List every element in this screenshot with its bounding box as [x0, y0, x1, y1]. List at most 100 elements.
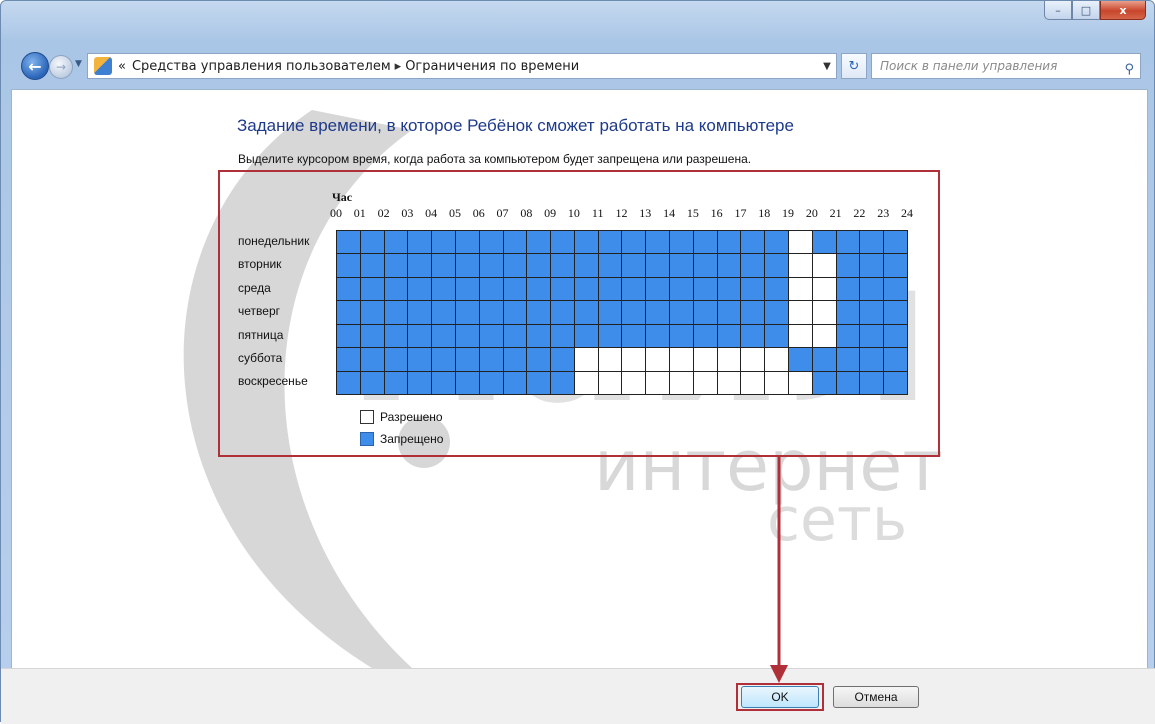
refresh-icon[interactable]: ↻: [841, 53, 867, 79]
schedule-cell[interactable]: [574, 301, 599, 325]
schedule-cell[interactable]: [384, 348, 409, 372]
schedule-cell[interactable]: [598, 301, 623, 325]
schedule-cell[interactable]: [551, 301, 575, 325]
breadcrumb-separator-icon[interactable]: ▸: [395, 59, 402, 74]
schedule-cell[interactable]: [432, 348, 456, 372]
schedule-cell[interactable]: [360, 254, 385, 278]
schedule-cell[interactable]: [884, 231, 908, 255]
schedule-cell[interactable]: [741, 301, 766, 325]
breadcrumb-user-controls[interactable]: Средства управления пользователем: [132, 59, 391, 74]
schedule-cell[interactable]: [337, 324, 361, 349]
schedule-cell[interactable]: [717, 231, 742, 255]
schedule-cell[interactable]: [432, 371, 456, 395]
schedule-cell[interactable]: [717, 348, 742, 372]
schedule-cell[interactable]: [360, 371, 385, 395]
back-arrow-icon[interactable]: ←: [21, 52, 49, 80]
schedule-cell[interactable]: [741, 348, 766, 372]
schedule-cell[interactable]: [884, 348, 908, 372]
schedule-cell[interactable]: [836, 371, 861, 395]
schedule-cell[interactable]: [670, 231, 694, 255]
forward-arrow-icon[interactable]: →: [49, 55, 73, 79]
schedule-cell[interactable]: [765, 324, 790, 349]
schedule-cell[interactable]: [384, 301, 409, 325]
schedule-cell[interactable]: [789, 371, 813, 395]
schedule-cell[interactable]: [789, 348, 813, 372]
schedule-cell[interactable]: [812, 301, 837, 325]
schedule-cell[interactable]: [337, 254, 361, 278]
schedule-cell[interactable]: [812, 277, 837, 302]
schedule-cell[interactable]: [360, 324, 385, 349]
schedule-cell[interactable]: [408, 324, 433, 349]
schedule-cell[interactable]: [503, 324, 528, 349]
schedule-cell[interactable]: [670, 301, 694, 325]
schedule-cell[interactable]: [693, 277, 718, 302]
schedule-cell[interactable]: [360, 231, 385, 255]
schedule-cell[interactable]: [598, 324, 623, 349]
schedule-cell[interactable]: [527, 231, 552, 255]
schedule-cell[interactable]: [717, 254, 742, 278]
schedule-cell[interactable]: [741, 254, 766, 278]
schedule-cell[interactable]: [622, 324, 647, 349]
schedule-cell[interactable]: [527, 301, 552, 325]
schedule-cell[interactable]: [670, 348, 694, 372]
schedule-cell[interactable]: [693, 348, 718, 372]
schedule-cell[interactable]: [836, 348, 861, 372]
schedule-cell[interactable]: [598, 348, 623, 372]
schedule-cell[interactable]: [765, 277, 790, 302]
schedule-cell[interactable]: [384, 277, 409, 302]
search-icon[interactable]: ⚲: [1124, 58, 1134, 82]
schedule-cell[interactable]: [503, 348, 528, 372]
schedule-cell[interactable]: [765, 254, 790, 278]
schedule-cell[interactable]: [717, 301, 742, 325]
schedule-cell[interactable]: [789, 324, 813, 349]
schedule-cell[interactable]: [836, 277, 861, 302]
schedule-cell[interactable]: [574, 254, 599, 278]
schedule-cell[interactable]: [408, 301, 433, 325]
schedule-cell[interactable]: [337, 231, 361, 255]
schedule-cell[interactable]: [527, 277, 552, 302]
schedule-cell[interactable]: [479, 348, 504, 372]
schedule-cell[interactable]: [860, 277, 885, 302]
schedule-cell[interactable]: [503, 231, 528, 255]
schedule-cell[interactable]: [622, 301, 647, 325]
schedule-cell[interactable]: [408, 348, 433, 372]
schedule-cell[interactable]: [622, 348, 647, 372]
schedule-grid[interactable]: [336, 230, 908, 395]
schedule-cell[interactable]: [765, 371, 790, 395]
minimize-button[interactable]: –: [1044, 1, 1072, 20]
schedule-cell[interactable]: [812, 254, 837, 278]
schedule-cell[interactable]: [765, 301, 790, 325]
schedule-cell[interactable]: [479, 277, 504, 302]
schedule-cell[interactable]: [741, 231, 766, 255]
schedule-cell[interactable]: [884, 254, 908, 278]
schedule-cell[interactable]: [693, 324, 718, 349]
address-dropdown-icon[interactable]: ▼: [818, 61, 836, 72]
schedule-cell[interactable]: [860, 254, 885, 278]
schedule-cell[interactable]: [622, 231, 647, 255]
schedule-cell[interactable]: [574, 231, 599, 255]
address-bar[interactable]: « Средства управления пользователем ▸ Ог…: [87, 53, 837, 79]
schedule-cell[interactable]: [455, 254, 480, 278]
schedule-cell[interactable]: [860, 324, 885, 349]
schedule-cell[interactable]: [646, 301, 671, 325]
schedule-cell[interactable]: [765, 348, 790, 372]
schedule-cell[interactable]: [670, 324, 694, 349]
cancel-button[interactable]: Отмена: [833, 686, 919, 708]
history-dropdown-icon[interactable]: ▼: [75, 59, 82, 69]
schedule-cell[interactable]: [432, 231, 456, 255]
schedule-cell[interactable]: [836, 324, 861, 349]
schedule-cell[interactable]: [598, 277, 623, 302]
schedule-cell[interactable]: [479, 254, 504, 278]
schedule-cell[interactable]: [670, 254, 694, 278]
schedule-cell[interactable]: [479, 324, 504, 349]
schedule-cell[interactable]: [836, 301, 861, 325]
schedule-cell[interactable]: [551, 324, 575, 349]
schedule-cell[interactable]: [360, 301, 385, 325]
schedule-cell[interactable]: [646, 277, 671, 302]
schedule-cell[interactable]: [503, 277, 528, 302]
schedule-cell[interactable]: [622, 254, 647, 278]
schedule-cell[interactable]: [646, 231, 671, 255]
schedule-cell[interactable]: [408, 254, 433, 278]
schedule-cell[interactable]: [717, 324, 742, 349]
schedule-cell[interactable]: [408, 371, 433, 395]
